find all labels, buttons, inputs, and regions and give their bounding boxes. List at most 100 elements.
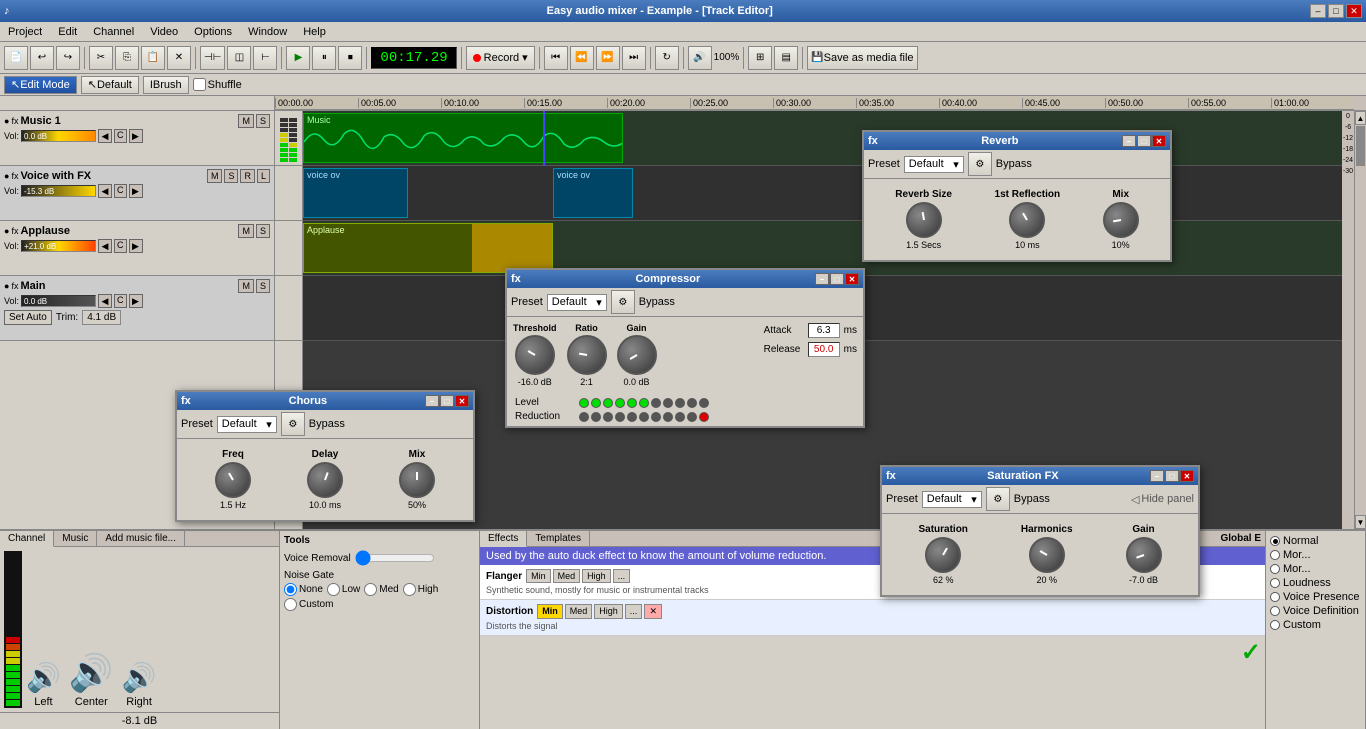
forward-end-button[interactable]: ⏭ [622, 46, 646, 70]
noise-high-radio[interactable] [403, 583, 416, 596]
flanger-more-btn[interactable]: ... [613, 569, 631, 583]
tab-add-music[interactable]: Add music file... [97, 531, 185, 546]
track-applause-vol-left[interactable]: ◀ [98, 239, 112, 253]
effects-ok-check[interactable]: ✓ [1241, 638, 1261, 667]
track-voice-vol-right[interactable]: ▶ [129, 184, 143, 198]
radio-voice-def[interactable]: Voice Definition [1270, 605, 1361, 617]
track-main-enable[interactable]: ● [4, 281, 9, 291]
brush-button[interactable]: I Brush [143, 76, 189, 94]
scroll-down-arrow[interactable]: ▼ [1355, 515, 1366, 529]
set-auto-button[interactable]: Set Auto [4, 310, 52, 325]
track-voice-m[interactable]: M [207, 169, 223, 183]
track-applause-enable[interactable]: ● [4, 226, 9, 236]
edit-mode-button[interactable]: ↖ Edit Mode [4, 76, 77, 94]
radio-voice-pres[interactable]: Voice Presence [1270, 591, 1361, 603]
compressor-settings-btn[interactable]: ⚙ [611, 290, 635, 314]
track-voice-pan[interactable]: C [114, 184, 127, 198]
saturation-preset-dropdown[interactable]: Default ▾ [922, 491, 982, 508]
distortion-min-btn[interactable]: Min [537, 604, 563, 619]
saturation-knob[interactable] [925, 537, 961, 573]
record-dropdown-arrow[interactable]: ▾ [522, 51, 528, 64]
maximize-button[interactable]: □ [1328, 4, 1344, 18]
shuffle-checkbox[interactable] [193, 78, 206, 91]
harmonics-knob[interactable] [1029, 537, 1065, 573]
track-music1-pan[interactable]: C [114, 129, 127, 143]
track-applause-pan[interactable]: C [114, 239, 127, 253]
flanger-med-btn[interactable]: Med [553, 569, 581, 583]
record-button[interactable]: Record ▾ [466, 46, 535, 70]
saturation-maximize-btn[interactable]: □ [1165, 470, 1179, 482]
waveform-music1[interactable]: Music [303, 113, 623, 163]
distortion-more-btn[interactable]: ... [625, 604, 643, 619]
reverb-settings-btn[interactable]: ⚙ [968, 152, 992, 176]
track-applause-fx[interactable]: fx [11, 226, 18, 236]
timeline-view-button[interactable]: ▤ [774, 46, 798, 70]
compressor-close-btn[interactable]: ✕ [845, 273, 859, 285]
saturation-settings-btn[interactable]: ⚙ [986, 487, 1010, 511]
hide-panel-btn[interactable]: ◁ Hide panel [1131, 493, 1194, 506]
radio-loudness[interactable]: Loudness [1270, 577, 1361, 589]
close-button[interactable]: ✕ [1346, 4, 1362, 18]
track-voice-fader[interactable]: -15.3 dB [21, 185, 96, 197]
undo-button[interactable]: ↩ [30, 46, 54, 70]
noise-med-label[interactable]: Med [364, 583, 398, 596]
default-button[interactable]: ↖ Default [81, 76, 139, 94]
track-applause-fader[interactable]: +21.0 dB [21, 240, 96, 252]
compressor-threshold-knob[interactable] [515, 335, 555, 375]
track-main-m[interactable]: M [238, 279, 254, 293]
noise-none-label[interactable]: None [284, 583, 323, 596]
compressor-minimize-btn[interactable]: – [815, 273, 829, 285]
noise-low-radio[interactable] [327, 583, 340, 596]
rewind-button[interactable]: ⏪ [570, 46, 594, 70]
noise-none-radio[interactable] [284, 583, 297, 596]
track-voice-vol-left[interactable]: ◀ [98, 184, 112, 198]
title-bar-controls[interactable]: – □ ✕ [1310, 4, 1362, 18]
chorus-maximize-btn[interactable]: □ [440, 395, 454, 407]
chorus-close-btn[interactable]: ✕ [455, 395, 469, 407]
reverb-reflection-knob[interactable] [1009, 202, 1045, 238]
waveform-voice2[interactable]: voice ov [553, 168, 633, 218]
radio-normal[interactable]: Normal [1270, 535, 1361, 547]
reverb-preset-dropdown[interactable]: Default ▾ [904, 156, 964, 173]
track-main-vol-left[interactable]: ◀ [98, 294, 112, 308]
tab-music[interactable]: Music [54, 531, 97, 546]
radio-more-harm[interactable]: Mor... [1270, 563, 1361, 575]
split-button[interactable]: ⊢ [253, 46, 277, 70]
radio-more-sat[interactable]: Mor... [1270, 549, 1361, 561]
track-main-fx[interactable]: fx [11, 281, 18, 291]
compressor-maximize-btn[interactable]: □ [830, 273, 844, 285]
reverb-maximize-btn[interactable]: □ [1137, 135, 1151, 147]
grid-view-button[interactable]: ⊞ [748, 46, 772, 70]
chorus-freq-knob[interactable] [215, 462, 251, 498]
menu-options[interactable]: Options [186, 24, 240, 40]
track-applause-s[interactable]: S [256, 224, 270, 238]
track-music1-m[interactable]: M [238, 114, 254, 128]
flanger-high-btn[interactable]: High [582, 569, 611, 583]
trim-button[interactable]: ⊣⊢ [200, 46, 225, 70]
noise-custom-radio[interactable] [284, 598, 297, 611]
waveform-voice1[interactable]: voice ov [303, 168, 408, 218]
tab-channel[interactable]: Channel [0, 531, 54, 547]
loop-button[interactable]: ↻ [655, 46, 679, 70]
voice-removal-slider[interactable] [355, 550, 435, 566]
menu-video[interactable]: Video [142, 24, 186, 40]
track-applause-vol-right[interactable]: ▶ [129, 239, 143, 253]
chorus-mix-knob[interactable] [399, 462, 435, 498]
scroll-thumb[interactable] [1356, 126, 1365, 166]
distortion-med-btn[interactable]: Med [565, 604, 593, 619]
new-button[interactable]: 📄 [4, 46, 28, 70]
track-voice-s[interactable]: S [224, 169, 238, 183]
vertical-scrollbar[interactable]: ▲ ▼ [1354, 111, 1366, 529]
track-main-pan[interactable]: C [114, 294, 127, 308]
menu-project[interactable]: Project [0, 24, 50, 40]
track-voice-fx[interactable]: fx [11, 171, 18, 181]
redo-button[interactable]: ↪ [56, 46, 80, 70]
waveform-applause[interactable]: Applause [303, 223, 553, 273]
track-main-s[interactable]: S [256, 279, 270, 293]
sat-gain-knob[interactable] [1126, 537, 1162, 573]
flanger-min-btn[interactable]: Min [526, 569, 551, 583]
reverb-close-btn[interactable]: ✕ [1152, 135, 1166, 147]
compressor-gain-knob[interactable] [617, 335, 657, 375]
track-main-vol-right[interactable]: ▶ [129, 294, 143, 308]
reverb-size-knob[interactable] [906, 202, 942, 238]
